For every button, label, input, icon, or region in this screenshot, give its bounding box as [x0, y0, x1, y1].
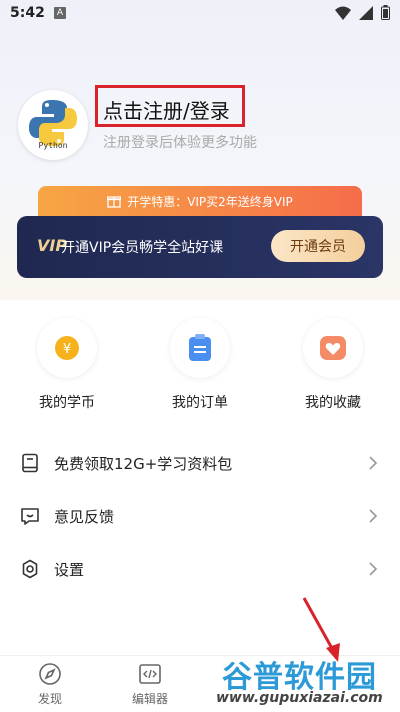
- coin-icon: ¥: [55, 336, 79, 360]
- login-title[interactable]: 点击注册/登录: [103, 95, 230, 124]
- chevron-right-icon: [369, 456, 378, 470]
- watermark: 谷普软件园 www.gupuxiazai.com: [216, 652, 396, 710]
- nav-item-editor[interactable]: 编辑器: [110, 662, 190, 707]
- quick-action-coins[interactable]: ¥ 我的学币: [12, 318, 122, 412]
- quick-action-circle: ¥: [37, 318, 97, 378]
- code-icon: [139, 664, 161, 684]
- vip-card[interactable]: VIP 开通VIP会员畅学全站好课 开通会员: [17, 216, 383, 278]
- quick-action-favorites[interactable]: 我的收藏: [278, 318, 388, 412]
- quick-action-circle: [303, 318, 363, 378]
- feedback-icon: [21, 508, 39, 525]
- quick-action-orders[interactable]: 我的订单: [145, 318, 255, 412]
- book-icon: [22, 453, 38, 473]
- quick-action-label: 我的订单: [172, 395, 228, 411]
- menu-item-label: 意见反馈: [54, 507, 115, 526]
- menu-item-label: 设置: [54, 560, 85, 579]
- open-vip-button[interactable]: 开通会员: [271, 230, 365, 262]
- status-bar: 5:42 A: [0, 0, 400, 28]
- svg-text:¥: ¥: [63, 342, 71, 357]
- compass-icon: [39, 663, 61, 685]
- quick-action-label: 我的学币: [39, 395, 95, 411]
- menu-item-settings[interactable]: 设置: [0, 544, 400, 594]
- wifi-icon: [335, 6, 351, 20]
- chevron-right-icon: [369, 509, 378, 523]
- nav-item-discover[interactable]: 发现: [10, 662, 90, 707]
- signal-icon: [359, 5, 373, 20]
- nav-item-label: 编辑器: [131, 692, 168, 706]
- vip-text: 开通VIP会员畅学全站好课: [61, 240, 224, 256]
- menu-item-label: 免费领取12G+学习资料包: [54, 454, 233, 473]
- promo-text: 开学特惠：VIP买2年送终身VIP: [127, 194, 293, 209]
- battery-icon: [381, 5, 390, 20]
- gear-icon: [22, 559, 38, 579]
- nav-item-label: 发现: [37, 692, 62, 706]
- avatar-label: Python: [38, 141, 68, 150]
- menu-item-feedback[interactable]: 意见反馈: [0, 491, 400, 541]
- avatar[interactable]: Python: [18, 90, 88, 160]
- quick-action-label: 我的收藏: [305, 395, 361, 411]
- status-icons: [335, 5, 390, 20]
- menu-item-free-materials[interactable]: 免费领取12G+学习资料包: [0, 438, 400, 488]
- status-time: 5:42: [10, 5, 45, 21]
- login-subtitle: 注册登录后体验更多功能: [103, 135, 257, 151]
- clipboard-icon: [189, 334, 211, 361]
- notification-icon: A: [54, 7, 66, 19]
- watermark-url: www.gupuxiazai.com: [216, 690, 383, 706]
- promo-banner[interactable]: 开学特惠：VIP买2年送终身VIP: [38, 186, 362, 216]
- heart-icon: [320, 336, 346, 360]
- quick-action-circle: [170, 318, 230, 378]
- gift-icon: [107, 196, 122, 208]
- chevron-right-icon: [369, 562, 378, 576]
